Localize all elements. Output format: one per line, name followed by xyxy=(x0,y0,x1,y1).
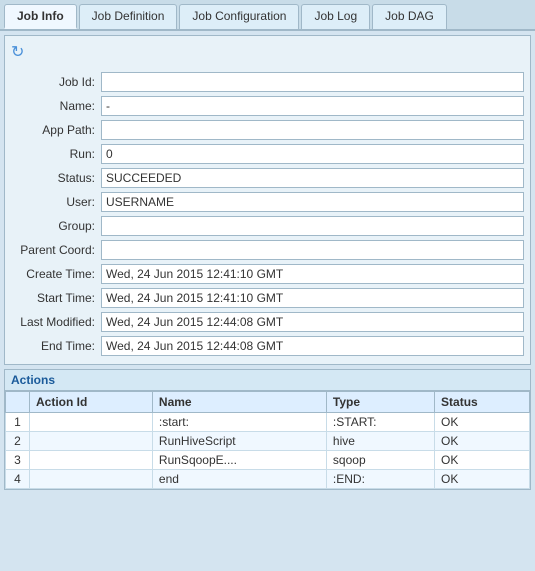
input-parent-coord[interactable] xyxy=(101,240,524,260)
label-start-time: Start Time: xyxy=(11,286,101,310)
value-status xyxy=(101,166,524,190)
value-group xyxy=(101,214,524,238)
actions-panel: Actions Action Id Name Type Status 1 :sta… xyxy=(4,369,531,490)
input-create-time[interactable] xyxy=(101,264,524,284)
label-name: Name: xyxy=(11,94,101,118)
table-row: 2 RunHiveScripthiveOK xyxy=(6,432,530,451)
table-row: 1 :start::START:OK xyxy=(6,413,530,432)
job-form-table: Job Id:Name:App Path:Run:Status:User:Gro… xyxy=(11,70,524,358)
label-user: User: xyxy=(11,190,101,214)
label-status: Status: xyxy=(11,166,101,190)
form-row-create-time: Create Time: xyxy=(11,262,524,286)
label-last-modified: Last Modified: xyxy=(11,310,101,334)
action-id-cell xyxy=(30,432,153,451)
table-row: 3 RunSqoopE....sqoopOK xyxy=(6,451,530,470)
value-start-time xyxy=(101,286,524,310)
actions-table: Action Id Name Type Status 1 :start::STAR… xyxy=(5,391,530,489)
form-row-parent-coord: Parent Coord: xyxy=(11,238,524,262)
action-id-cell xyxy=(30,413,153,432)
input-user[interactable] xyxy=(101,192,524,212)
form-row-job-id: Job Id: xyxy=(11,70,524,94)
action-name-cell: end xyxy=(152,470,326,489)
job-info-panel: ↻ Job Id:Name:App Path:Run:Status:User:G… xyxy=(4,35,531,365)
col-header-action-id: Action Id xyxy=(30,392,153,413)
form-row-app-path: App Path: xyxy=(11,118,524,142)
row-number: 3 xyxy=(6,451,30,470)
action-status-cell: OK xyxy=(435,413,530,432)
label-app-path: App Path: xyxy=(11,118,101,142)
col-header-num xyxy=(6,392,30,413)
label-job-id: Job Id: xyxy=(11,70,101,94)
form-row-status: Status: xyxy=(11,166,524,190)
col-header-type: Type xyxy=(326,392,434,413)
value-user xyxy=(101,190,524,214)
form-row-last-modified: Last Modified: xyxy=(11,310,524,334)
action-type-cell: :END: xyxy=(326,470,434,489)
tab-job-definition[interactable]: Job Definition xyxy=(79,4,178,29)
input-start-time[interactable] xyxy=(101,288,524,308)
col-header-status: Status xyxy=(435,392,530,413)
action-name-cell: RunSqoopE.... xyxy=(152,451,326,470)
form-row-end-time: End Time: xyxy=(11,334,524,358)
input-run[interactable] xyxy=(101,144,524,164)
input-app-path[interactable] xyxy=(101,120,524,140)
table-row: 4 end:END:OK xyxy=(6,470,530,489)
row-number: 2 xyxy=(6,432,30,451)
value-parent-coord xyxy=(101,238,524,262)
tab-job-configuration[interactable]: Job Configuration xyxy=(179,4,299,29)
action-status-cell: OK xyxy=(435,470,530,489)
col-header-name: Name xyxy=(152,392,326,413)
action-status-cell: OK xyxy=(435,432,530,451)
form-row-group: Group: xyxy=(11,214,524,238)
value-create-time xyxy=(101,262,524,286)
action-name-cell: RunHiveScript xyxy=(152,432,326,451)
form-row-user: User: xyxy=(11,190,524,214)
input-job-id[interactable] xyxy=(101,72,524,92)
input-status[interactable] xyxy=(101,168,524,188)
label-group: Group: xyxy=(11,214,101,238)
form-row-run: Run: xyxy=(11,142,524,166)
action-type-cell: sqoop xyxy=(326,451,434,470)
value-job-id xyxy=(101,70,524,94)
row-number: 4 xyxy=(6,470,30,489)
row-number: 1 xyxy=(6,413,30,432)
action-id-cell xyxy=(30,451,153,470)
value-end-time xyxy=(101,334,524,358)
action-name-cell: :start: xyxy=(152,413,326,432)
input-group[interactable] xyxy=(101,216,524,236)
value-run xyxy=(101,142,524,166)
value-app-path xyxy=(101,118,524,142)
label-run: Run: xyxy=(11,142,101,166)
tabs-bar: Job Info Job Definition Job Configuratio… xyxy=(0,0,535,31)
input-end-time[interactable] xyxy=(101,336,524,356)
action-type-cell: :START: xyxy=(326,413,434,432)
action-type-cell: hive xyxy=(326,432,434,451)
value-name xyxy=(101,94,524,118)
input-last-modified[interactable] xyxy=(101,312,524,332)
tab-job-dag[interactable]: Job DAG xyxy=(372,4,447,29)
form-row-name: Name: xyxy=(11,94,524,118)
refresh-icon[interactable]: ↻ xyxy=(11,42,24,62)
input-name[interactable] xyxy=(101,96,524,116)
action-id-cell xyxy=(30,470,153,489)
action-status-cell: OK xyxy=(435,451,530,470)
tab-job-info[interactable]: Job Info xyxy=(4,4,77,29)
form-row-start-time: Start Time: xyxy=(11,286,524,310)
label-end-time: End Time: xyxy=(11,334,101,358)
label-parent-coord: Parent Coord: xyxy=(11,238,101,262)
label-create-time: Create Time: xyxy=(11,262,101,286)
tab-job-log[interactable]: Job Log xyxy=(301,4,370,29)
actions-header: Actions xyxy=(5,370,530,391)
value-last-modified xyxy=(101,310,524,334)
